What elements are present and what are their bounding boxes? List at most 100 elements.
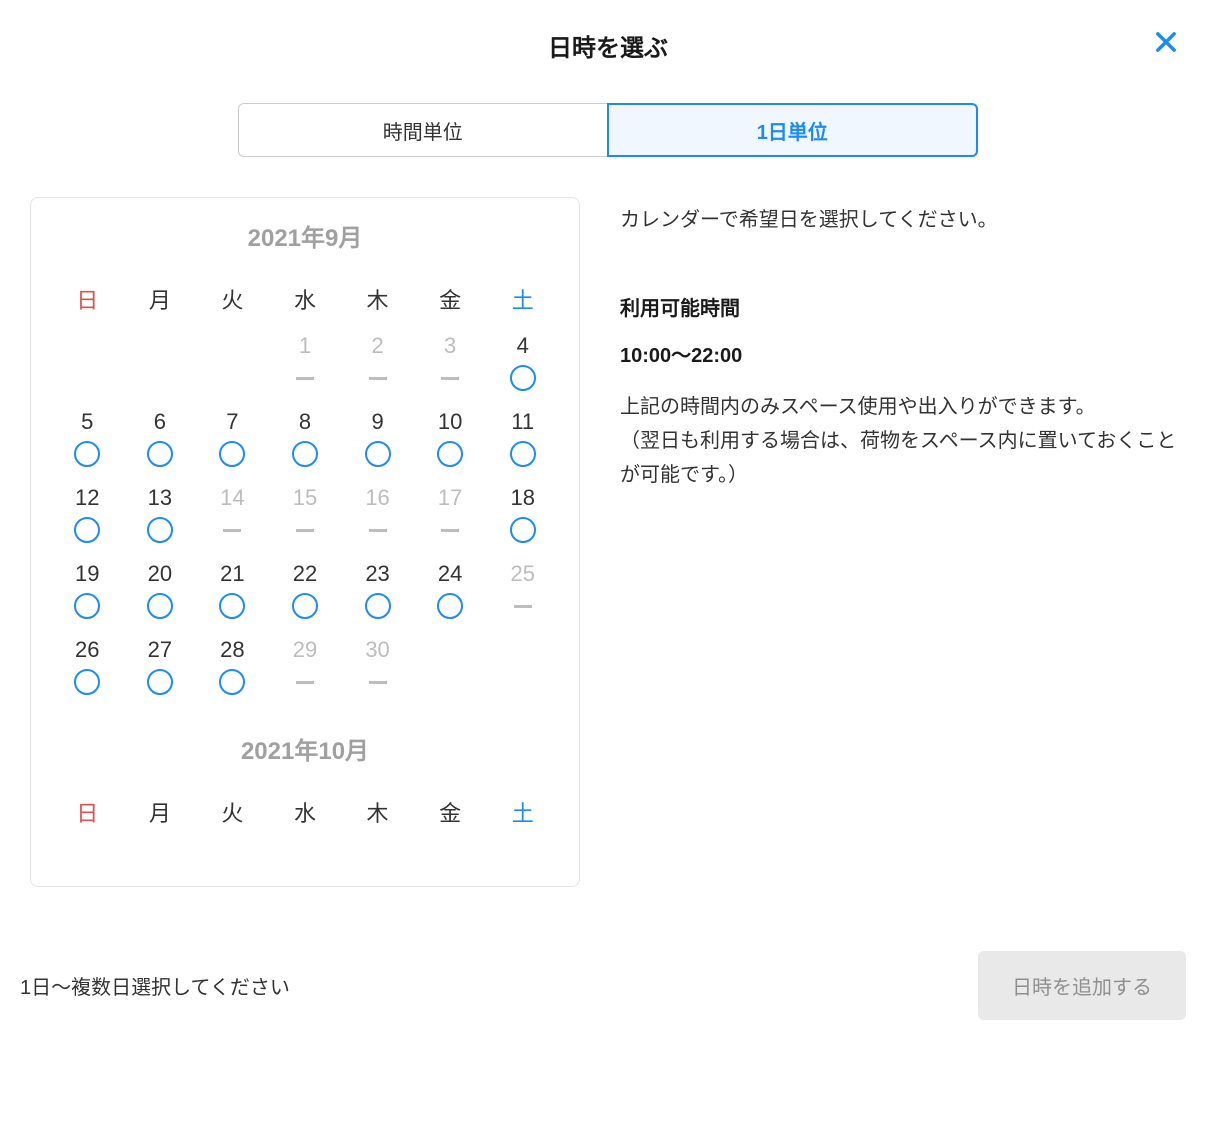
day-number: 29 [293,637,317,663]
calendar-week-row: 12 13 14 15 16 17 18 [51,485,559,549]
weekday-label: 金 [414,275,487,333]
day-number: 25 [510,561,534,587]
day-number: 18 [510,485,534,511]
info-desc-2: （翌日も利用する場合は、荷物をスペース内に置いておくことが可能です。） [620,424,1186,492]
calendar-day: 30 [341,637,414,701]
modal-header: 日時を選ぶ [0,0,1216,103]
calendar-day: 14 [196,485,269,549]
close-icon[interactable] [1152,28,1180,61]
calendar-day: 16 [341,485,414,549]
calendar-day[interactable]: 13 [124,485,197,549]
tab-hourly[interactable]: 時間単位 [238,103,607,157]
calendar-day: 25 [486,561,559,625]
info-intro: カレンダーで希望日を選択してください。 [620,203,1186,232]
calendar-day: 15 [269,485,342,549]
available-circle-icon [437,593,463,619]
day-number: 15 [293,485,317,511]
calendar-day[interactable]: 5 [51,409,124,473]
weekday-label: 水 [269,788,342,846]
calendar-empty-cell [486,637,559,701]
day-number: 4 [517,333,529,359]
day-number: 27 [148,637,172,663]
calendar-day[interactable]: 27 [124,637,197,701]
available-circle-icon [292,593,318,619]
weekday-label: 金 [414,788,487,846]
day-number: 11 [511,409,534,435]
calendar-day[interactable]: 23 [341,561,414,625]
calendar-day[interactable]: 24 [414,561,487,625]
footer-bar: 1日〜複数日選択してください 日時を追加する [0,927,1216,1050]
available-circle-icon [219,669,245,695]
day-number: 30 [365,637,389,663]
weekday-label: 日 [51,275,124,333]
tab-daily[interactable]: 1日単位 [607,103,979,157]
day-number: 16 [365,485,389,511]
calendar-day[interactable]: 12 [51,485,124,549]
day-number: 13 [148,485,172,511]
unavailable-dash-icon [514,593,532,619]
calendar-week-row: 56 7 8 910 11 [51,409,559,473]
day-number: 26 [75,637,99,663]
calendar-scroll[interactable]: 2021年9月日月火水木金土12345678910111213141516171… [30,197,580,887]
calendar-day: 3 [414,333,487,397]
calendar-day: 1 [269,333,342,397]
calendar-day[interactable]: 10 [414,409,487,473]
calendar-week-row: 26 27 28 29 30 [51,637,559,701]
available-heading: 利用可能時間 [620,292,1186,321]
weekday-header: 日月火水木金土 [51,275,559,333]
weekday-label: 月 [124,275,197,333]
available-circle-icon [74,593,100,619]
available-circle-icon [510,517,536,543]
calendar-day: 2 [341,333,414,397]
calendar-day[interactable]: 11 [486,409,559,473]
add-datetime-button[interactable]: 日時を追加する [978,951,1186,1020]
calendar-day[interactable]: 21 [196,561,269,625]
calendar-week-row: 1 2 3 4 [51,333,559,397]
info-panel: カレンダーで希望日を選択してください。 利用可能時間 10:00〜22:00 上… [620,197,1186,492]
calendar-empty-cell [51,333,124,397]
available-circle-icon [74,669,100,695]
available-circle-icon [219,441,245,467]
weekday-label: 木 [341,275,414,333]
calendar-day[interactable]: 7 [196,409,269,473]
day-number: 7 [226,409,238,435]
weekday-header: 日月火水木金土 [51,788,559,846]
day-number: 14 [220,485,244,511]
available-circle-icon [74,517,100,543]
unavailable-dash-icon [296,669,314,695]
calendar-month: 2021年9月日月火水木金土12345678910111213141516171… [51,218,559,701]
day-number: 17 [438,485,462,511]
day-number: 28 [220,637,244,663]
day-number: 8 [299,409,311,435]
unavailable-dash-icon [223,517,241,543]
unavailable-dash-icon [296,517,314,543]
available-hours: 10:00〜22:00 [620,339,1186,368]
calendar-day[interactable]: 19 [51,561,124,625]
weekday-label: 土 [486,788,559,846]
unavailable-dash-icon [369,669,387,695]
available-circle-icon [147,669,173,695]
calendar-day[interactable]: 26 [51,637,124,701]
calendar-empty-cell [124,333,197,397]
calendar-day[interactable]: 18 [486,485,559,549]
calendar-empty-cell [414,637,487,701]
day-number: 21 [220,561,244,587]
available-circle-icon [219,593,245,619]
day-number: 2 [371,333,383,359]
calendar-day: 29 [269,637,342,701]
modal-title: 日時を選ぶ [0,28,1216,63]
calendar-day[interactable]: 22 [269,561,342,625]
calendar-day[interactable]: 6 [124,409,197,473]
calendar-day[interactable]: 20 [124,561,197,625]
calendar-week-row: 1920 21 22 23 24 25 [51,561,559,625]
day-number: 23 [365,561,389,587]
calendar-day[interactable]: 4 [486,333,559,397]
footer-hint: 1日〜複数日選択してください [20,971,290,1000]
unavailable-dash-icon [441,365,459,391]
unavailable-dash-icon [296,365,314,391]
unavailable-dash-icon [369,517,387,543]
day-number: 22 [293,561,317,587]
calendar-day[interactable]: 8 [269,409,342,473]
calendar-day[interactable]: 28 [196,637,269,701]
calendar-day[interactable]: 9 [341,409,414,473]
